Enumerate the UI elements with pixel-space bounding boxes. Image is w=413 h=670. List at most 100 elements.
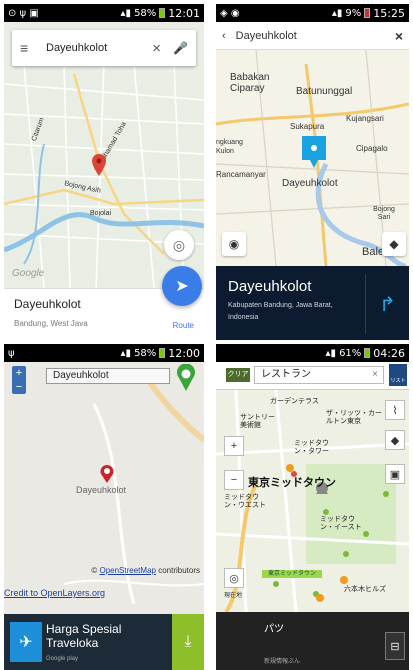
map-label: Bojong Sari <box>373 206 395 221</box>
clock: 15:25 <box>373 6 405 20</box>
copyright-symbol: © <box>91 566 98 575</box>
layers-button[interactable]: ◆ <box>385 430 405 450</box>
status-bar: ◈ ◉ ▴▮ 9% 15:25 <box>216 4 409 22</box>
search-query[interactable]: Dayeuhkolot <box>236 30 395 42</box>
map-pin-icon[interactable] <box>176 364 196 392</box>
map-label: 六本木ヒルズ <box>344 586 386 593</box>
place-card[interactable]: Dayeuhkolot Kabupaten Bandung, Jawa Bara… <box>216 266 409 340</box>
signal-icon: ▴▮ <box>331 7 343 19</box>
location-marker-icon[interactable] <box>99 464 115 484</box>
directions-button[interactable]: ➤ <box>162 266 202 306</box>
battery-level: 61% <box>339 347 362 359</box>
map-label: Kujangsari <box>346 114 384 123</box>
map-label: Rancamanyar <box>216 170 266 179</box>
search-bar[interactable]: ‹ Dayeuhkolot × <box>216 22 409 50</box>
current-location-label: 現在地 <box>224 593 243 599</box>
zoom-in-button[interactable]: + <box>12 366 26 380</box>
zoom-control[interactable]: + − <box>12 366 26 394</box>
ad-title: Harga Spesial Traveloka <box>46 622 122 650</box>
photo-icon: ▣ <box>389 468 401 481</box>
directions-button[interactable]: ↱ <box>365 274 409 334</box>
map-label: ザ・リッツ・カールトン東京 <box>326 410 382 425</box>
zoom-in-button[interactable]: + <box>224 436 244 456</box>
map-label: サントリー美術館 <box>240 414 275 429</box>
clock: 04:26 <box>373 346 405 360</box>
bottom-small-label: 新規情報ぶん <box>264 659 301 665</box>
ad-banner[interactable]: ✈ Harga Spesial Traveloka Google play ⤓ <box>4 614 204 670</box>
turn-right-icon: ↱ <box>379 293 396 316</box>
clip-button[interactable]: ⌇ <box>385 400 405 420</box>
zoom-out-button[interactable]: − <box>12 380 26 394</box>
signal-icon: ▴▮ <box>120 7 132 19</box>
attribution: © OpenStreetMap contributors <box>91 566 200 575</box>
photo-button[interactable]: ▣ <box>385 464 405 484</box>
layers-button[interactable]: ◆ <box>382 232 406 256</box>
map-label: ngkuang Kulon <box>216 139 243 155</box>
search-query[interactable]: Dayeuhkolot <box>46 42 152 54</box>
close-icon[interactable]: × <box>152 40 161 57</box>
transit-button[interactable]: ⊟ <box>385 632 405 660</box>
map-label: Batununggal <box>296 86 353 97</box>
target-icon: ◉ <box>228 237 240 251</box>
map-label: ミッドタウン・タワー <box>294 440 329 455</box>
map-label: Babakan Ciparay <box>230 72 270 94</box>
search-bar[interactable]: ≡ Dayeuhkolot × 🎤 <box>12 30 196 66</box>
battery-level: 58% <box>134 347 157 359</box>
bus-icon: ⊟ <box>390 640 400 653</box>
battery-level: 9% <box>345 7 362 19</box>
attribution-suffix: contributors <box>158 566 200 575</box>
google-logo: Google <box>12 268 45 279</box>
zoom-out-button[interactable]: − <box>224 470 244 490</box>
credit-link[interactable]: Credit to OpenLayers.org <box>4 588 105 598</box>
clock: 12:01 <box>168 6 200 20</box>
battery-icon <box>159 348 166 358</box>
map-label: ミッドタウン・ウエスト <box>224 494 266 509</box>
notification-icon: ◈ ◉ <box>220 7 240 19</box>
search-input[interactable]: レストラン × <box>254 366 384 384</box>
landmark-tag: 東京ミッドタウン <box>262 570 322 578</box>
back-icon[interactable]: ‹ <box>222 30 226 42</box>
crosshair-icon: ◎ <box>172 236 186 253</box>
map-label: ミッドタウン・イースト <box>320 516 362 531</box>
search-query[interactable]: レストラン <box>261 369 311 380</box>
search-input[interactable]: Dayeuhkolot <box>46 368 170 384</box>
here-maps-panel: Babakan Ciparay Batununggal Sukapura Kuj… <box>216 4 409 340</box>
battery-icon <box>364 8 371 18</box>
my-location-button[interactable]: ◎ <box>164 230 194 260</box>
layers-icon: ◆ <box>389 237 399 251</box>
battery-icon <box>159 8 166 18</box>
map-marker-icon[interactable] <box>302 136 326 172</box>
close-icon[interactable]: × <box>372 367 378 383</box>
openlayers-panel: ψ ▴▮ 58% 12:00 + − Dayeuhkolot Dayeuhkol… <box>4 344 204 670</box>
place-name: Dayeuhkolot <box>14 297 81 311</box>
clock: 12:00 <box>168 346 200 360</box>
place-name: Dayeuhkolot <box>228 278 312 295</box>
status-bar: ▴▮ 61% 04:26 <box>216 344 409 362</box>
place-subtitle: Bandung, West Java <box>14 319 88 328</box>
download-button[interactable]: ⤓ <box>172 614 204 670</box>
crosshair-icon: ◎ <box>229 572 239 585</box>
layers-icon: ◆ <box>390 434 400 447</box>
current-location-button[interactable]: ◎ <box>224 568 244 588</box>
status-bar: ⊙ ψ ▣ ▴▮ 58% 12:01 <box>4 4 204 22</box>
place-label: Dayeuhkolot <box>76 485 127 495</box>
search-header: クリア レストラン × リスト <box>216 362 409 390</box>
recenter-button[interactable]: ◉ <box>222 232 246 256</box>
close-icon[interactable]: × <box>395 28 403 44</box>
status-bar: ψ ▴▮ 58% 12:00 <box>4 344 204 362</box>
list-button[interactable]: リスト <box>389 364 407 386</box>
clear-button[interactable]: クリア <box>226 368 250 382</box>
bird-logo-icon: ✈ <box>10 622 42 662</box>
list-label: リスト <box>390 378 406 384</box>
japanese-map-panel: ▴▮ 61% 04:26 クリア レストラン × リスト ⌇ ◆ ▣ + − ガ… <box>216 344 409 670</box>
map-label: Cipagalo <box>356 144 388 153</box>
bottom-bar[interactable]: パツ 新規情報ぶん ⊟ <box>216 612 409 670</box>
map-pin-icon[interactable] <box>92 154 106 176</box>
microphone-icon[interactable]: 🎤 <box>173 41 188 55</box>
landmark-label: 東京ミッドタウン <box>248 477 336 489</box>
google-play-badge: Google play <box>46 656 79 662</box>
osm-link[interactable]: OpenStreetMap <box>99 566 155 575</box>
route-link[interactable]: Route <box>173 321 194 330</box>
menu-icon[interactable]: ≡ <box>20 40 34 56</box>
bottom-label: パツ <box>264 624 284 635</box>
